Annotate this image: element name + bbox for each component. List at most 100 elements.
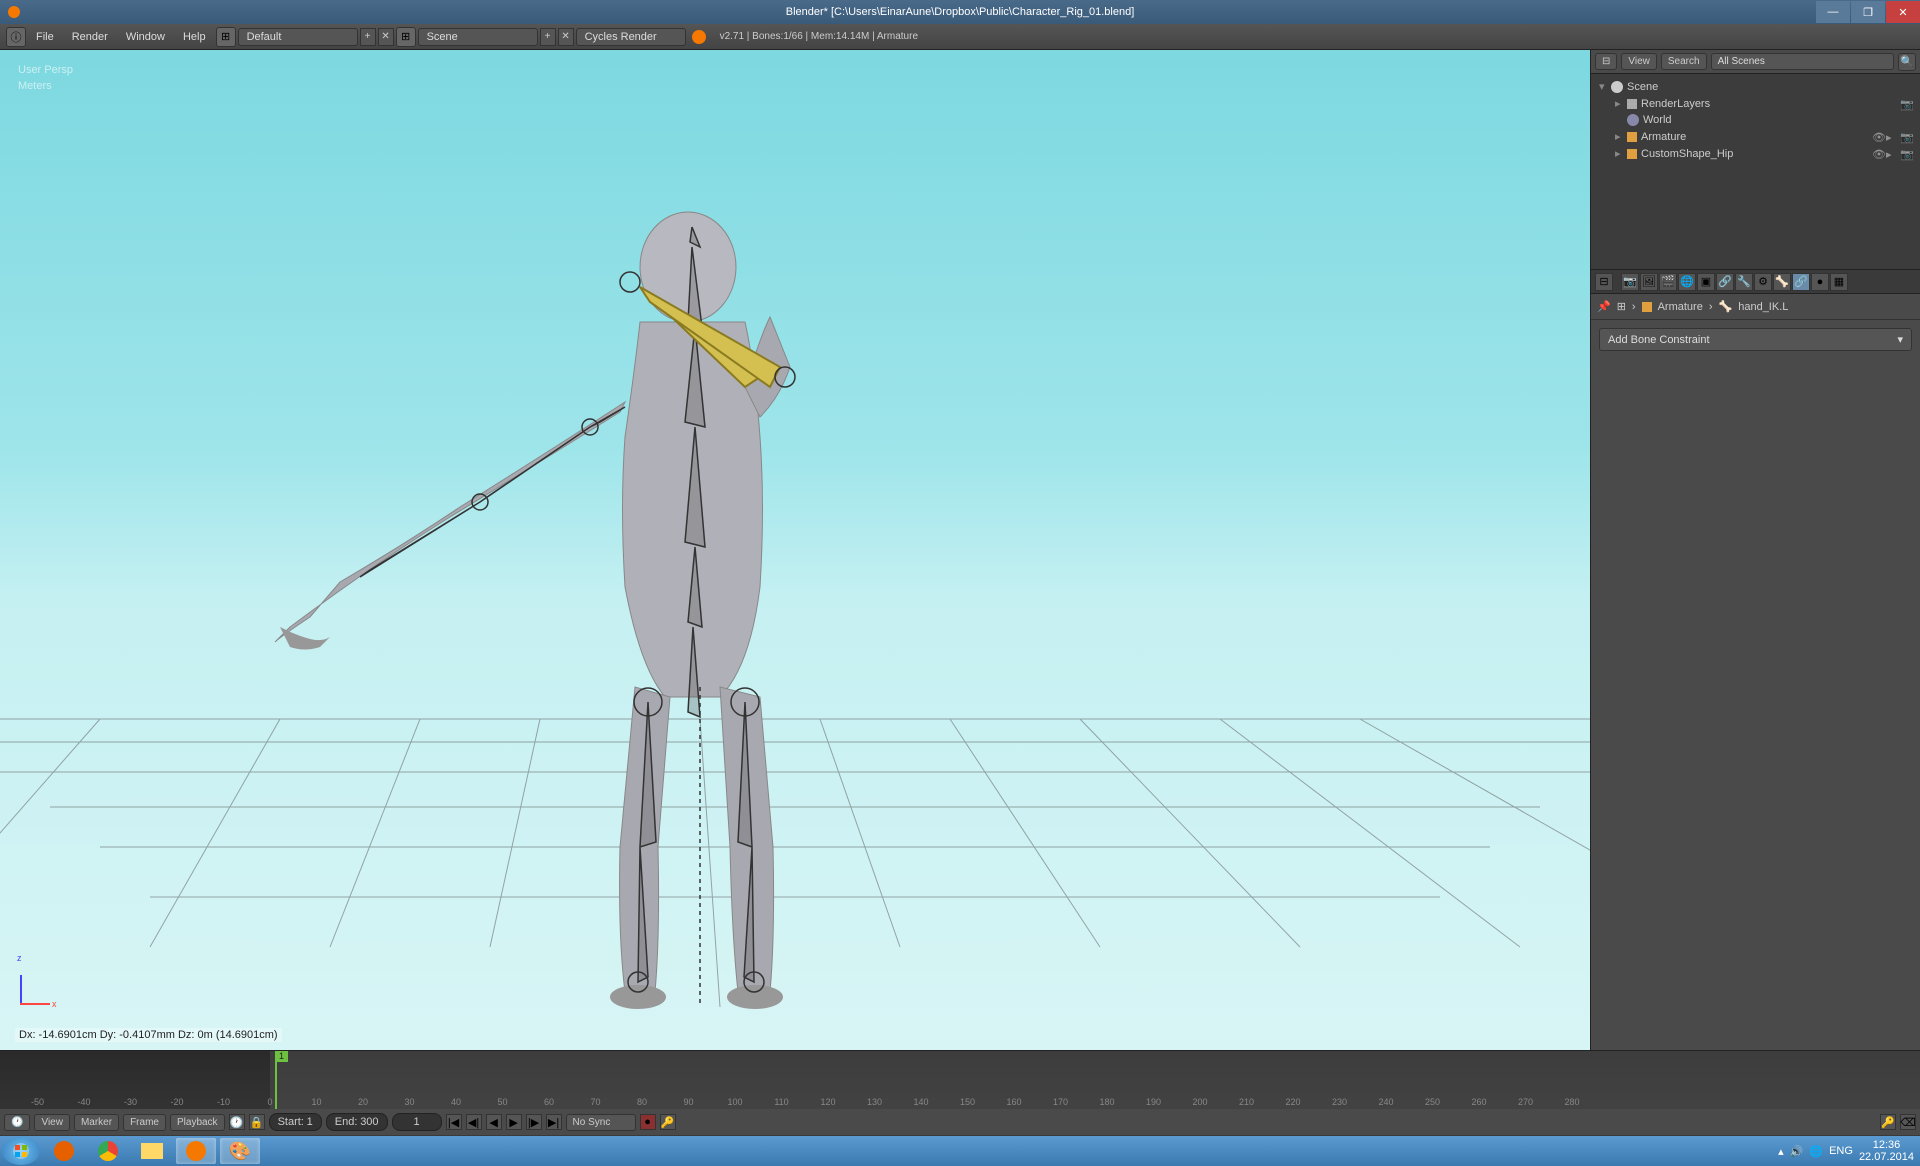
tab-bone[interactable]: 🦴 bbox=[1773, 273, 1791, 291]
play-button[interactable]: ▶ bbox=[506, 1114, 522, 1130]
tree-item-world[interactable]: World bbox=[1595, 112, 1916, 128]
scene-browse-icon[interactable]: ⊞ bbox=[396, 27, 416, 47]
timeline-frame[interactable]: Frame bbox=[123, 1114, 166, 1131]
properties-panel: ⊟ 📷 🖼 🎬 🌐 ▣ 🔗 🔧 ⚙ 🦴 🔗 ● ▦ 📌 ⊞ › bbox=[1591, 270, 1920, 1050]
render-engine-dropdown[interactable]: Cycles Render bbox=[576, 28, 686, 46]
tree-item-armature[interactable]: ▸ Armature 👁▸📷 bbox=[1595, 128, 1916, 145]
timeline-tick-label: 260 bbox=[1471, 1097, 1486, 1107]
tab-object[interactable]: ▣ bbox=[1697, 273, 1715, 291]
use-preview-range-icon[interactable]: 🕐 bbox=[229, 1114, 245, 1130]
timeline-editor-type[interactable]: 🕐 bbox=[4, 1114, 30, 1131]
lock-time-icon[interactable]: 🔒 bbox=[249, 1114, 265, 1130]
tree-item-customshape[interactable]: ▸ CustomShape_Hip 👁▸📷 bbox=[1595, 145, 1916, 162]
editor-type-icon[interactable]: ⓘ bbox=[6, 27, 26, 47]
transform-readout: Dx: -14.6901cm Dy: -0.4107mm Dz: 0m (14.… bbox=[15, 1028, 282, 1042]
bone-icon: 🦴 bbox=[1719, 300, 1733, 313]
taskbar-explorer[interactable] bbox=[132, 1138, 172, 1164]
search-icon[interactable]: 🔍 bbox=[1898, 53, 1916, 71]
layout-delete-button[interactable]: ✕ bbox=[378, 28, 394, 46]
menu-window[interactable]: Window bbox=[118, 27, 173, 47]
menu-file[interactable]: File bbox=[28, 27, 62, 47]
timeline-tick-label: 80 bbox=[637, 1097, 647, 1107]
auto-keyframe-button[interactable]: ● bbox=[640, 1114, 656, 1130]
tab-scene[interactable]: 🎬 bbox=[1659, 273, 1677, 291]
tab-data[interactable]: ⚙ bbox=[1754, 273, 1772, 291]
taskbar-paint[interactable]: 🎨 bbox=[220, 1138, 260, 1164]
timeline-tick-label: 120 bbox=[820, 1097, 835, 1107]
viewport-canvas[interactable] bbox=[0, 50, 1590, 1050]
pin-icon[interactable]: 📌 bbox=[1597, 300, 1611, 313]
start-frame-field[interactable]: Start: 1 bbox=[269, 1113, 322, 1131]
breadcrumb-bone[interactable]: hand_IK.L bbox=[1738, 301, 1788, 313]
menu-render[interactable]: Render bbox=[64, 27, 116, 47]
play-reverse-button[interactable]: ◀ bbox=[486, 1114, 502, 1130]
start-button[interactable] bbox=[2, 1137, 40, 1165]
taskbar-blender[interactable] bbox=[176, 1138, 216, 1164]
outliner-editor-type[interactable]: ⊟ bbox=[1595, 53, 1617, 70]
tree-item-scene[interactable]: ▾ Scene bbox=[1595, 78, 1916, 95]
timeline-tick-label: 270 bbox=[1518, 1097, 1533, 1107]
timeline-tick-label: -10 bbox=[217, 1097, 230, 1107]
axis-widget: z x bbox=[20, 965, 60, 1005]
status-text: v2.71 | Bones:1/66 | Mem:14.14M | Armatu… bbox=[720, 31, 918, 42]
screen-layout-browse-icon[interactable]: ⊞ bbox=[216, 27, 236, 47]
maximize-button[interactable]: ❐ bbox=[1851, 1, 1885, 23]
tray-clock[interactable]: 12:36 22.07.2014 bbox=[1859, 1139, 1914, 1163]
properties-editor-type[interactable]: ⊟ bbox=[1595, 273, 1613, 291]
tab-modifiers[interactable]: 🔧 bbox=[1735, 273, 1753, 291]
tray-language[interactable]: ENG bbox=[1829, 1145, 1853, 1157]
scene-add-button[interactable]: + bbox=[540, 28, 556, 46]
timeline-tick-label: 240 bbox=[1378, 1097, 1393, 1107]
scene-delete-button[interactable]: ✕ bbox=[558, 28, 574, 46]
keying-delete-button[interactable]: ⌫ bbox=[1900, 1114, 1916, 1130]
taskbar-firefox[interactable] bbox=[44, 1138, 84, 1164]
tree-item-renderlayers[interactable]: ▸ RenderLayers 📷 bbox=[1595, 95, 1916, 112]
outliner: ⊟ View Search All Scenes 🔍 ▾ Scene ▸ Ren… bbox=[1591, 50, 1920, 270]
add-bone-constraint-button[interactable]: Add Bone Constraint ▾ bbox=[1599, 328, 1912, 351]
minimize-button[interactable]: — bbox=[1816, 1, 1850, 23]
breadcrumb-scene-icon: ⊞ bbox=[1617, 300, 1626, 313]
tray-volume-icon[interactable]: 🔊 bbox=[1790, 1145, 1804, 1158]
jump-start-button[interactable]: |◀ bbox=[446, 1114, 462, 1130]
timeline-ruler[interactable]: 1 -50-40-30-20-1001020304050607080901001… bbox=[0, 1051, 1920, 1109]
breadcrumb-object[interactable]: Armature bbox=[1658, 301, 1703, 313]
layout-dropdown[interactable]: Default bbox=[238, 28, 358, 46]
keyframe-prev-button[interactable]: ◀| bbox=[466, 1114, 482, 1130]
outliner-view[interactable]: View bbox=[1621, 53, 1657, 70]
tab-bone-constraint[interactable]: 🔗 bbox=[1792, 273, 1810, 291]
outliner-search[interactable]: Search bbox=[1661, 53, 1707, 70]
3d-viewport[interactable]: User Persp Meters bbox=[0, 50, 1590, 1050]
taskbar-chrome[interactable] bbox=[88, 1138, 128, 1164]
keying-insert-button[interactable]: 🔑 bbox=[1880, 1114, 1896, 1130]
tray-network-icon[interactable]: 🌐 bbox=[1809, 1145, 1823, 1158]
keyframe-next-button[interactable]: |▶ bbox=[526, 1114, 542, 1130]
close-button[interactable]: ✕ bbox=[1886, 1, 1920, 23]
tree-label: Scene bbox=[1627, 81, 1658, 93]
timeline-tick-label: -40 bbox=[77, 1097, 90, 1107]
tray-show-hidden-icon[interactable]: ▴ bbox=[1778, 1145, 1784, 1158]
jump-end-button[interactable]: ▶| bbox=[546, 1114, 562, 1130]
sync-dropdown[interactable]: No Sync bbox=[566, 1114, 636, 1131]
keying-set-icon[interactable]: 🔑 bbox=[660, 1114, 676, 1130]
tree-label: World bbox=[1643, 114, 1672, 126]
outliner-tree[interactable]: ▾ Scene ▸ RenderLayers 📷 World ▸ bbox=[1591, 74, 1920, 269]
tab-constraints[interactable]: 🔗 bbox=[1716, 273, 1734, 291]
timeline-tick-label: 140 bbox=[913, 1097, 928, 1107]
tab-texture[interactable]: ▦ bbox=[1830, 273, 1848, 291]
tab-render[interactable]: 📷 bbox=[1621, 273, 1639, 291]
menu-help[interactable]: Help bbox=[175, 27, 214, 47]
timeline-marker[interactable]: Marker bbox=[74, 1114, 119, 1131]
tab-render-layers[interactable]: 🖼 bbox=[1640, 273, 1658, 291]
timeline-view[interactable]: View bbox=[34, 1114, 70, 1131]
current-frame-field[interactable]: 1 bbox=[392, 1113, 442, 1131]
main-area: User Persp Meters bbox=[0, 50, 1920, 1050]
tab-material[interactable]: ● bbox=[1811, 273, 1829, 291]
timeline-editor: 1 -50-40-30-20-1001020304050607080901001… bbox=[0, 1050, 1920, 1136]
tab-world[interactable]: 🌐 bbox=[1678, 273, 1696, 291]
end-frame-field[interactable]: End: 300 bbox=[326, 1113, 388, 1131]
timeline-tick-label: -50 bbox=[31, 1097, 44, 1107]
scene-dropdown[interactable]: Scene bbox=[418, 28, 538, 46]
outliner-filter[interactable]: All Scenes bbox=[1711, 53, 1894, 70]
layout-add-button[interactable]: + bbox=[360, 28, 376, 46]
timeline-playback[interactable]: Playback bbox=[170, 1114, 225, 1131]
